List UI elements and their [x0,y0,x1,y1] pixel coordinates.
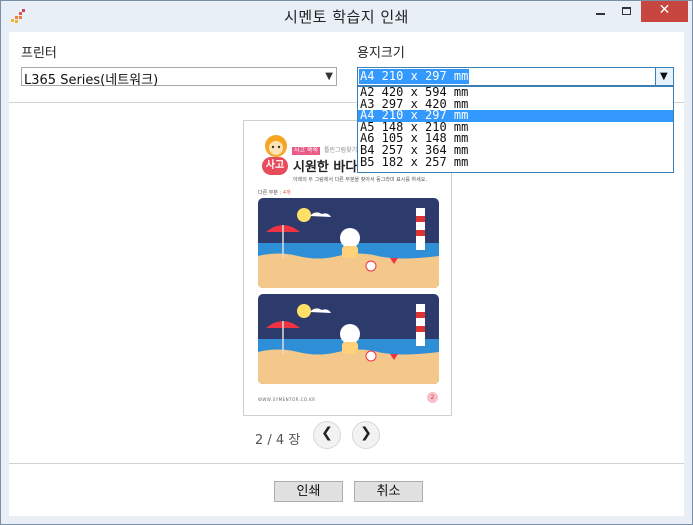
paper-size-dropdown-button[interactable]: ▼ [655,68,673,85]
title-bar: 시멘토 학습지 인쇄 ✕ [1,1,692,32]
answer-value: 4개 [282,190,291,196]
worksheet-instruction: 아래의 두 그림에서 다른 부분을 찾아서 동그라미 표시를 하세요. [293,177,427,183]
worksheet-footer: WWW.SYMENTOR.CO.KR [258,397,316,402]
print-button[interactable]: 인쇄 [274,481,343,502]
paper-size-label: 용지크기 [357,46,405,61]
dialog-content: 프린터 L365 Series(네트워크) ▼ 용지크기 A4 210 x 29… [9,32,684,516]
chevron-left-icon: ❮ [321,425,333,441]
paper-option-b5[interactable]: B5 182 x 257 mm [358,156,673,169]
next-page-button[interactable]: ❯ [352,421,380,449]
chevron-right-icon: ❯ [360,425,372,441]
chevron-down-icon: ▼ [660,71,668,82]
printer-select-value: L365 Series(네트워크) [24,73,159,88]
chevron-down-icon: ▼ [325,71,333,82]
printer-select[interactable]: L365 Series(네트워크) ▼ [21,67,337,88]
beach-scene-bottom [258,294,439,384]
close-icon: ✕ [658,2,671,18]
print-dialog: 시멘토 학습지 인쇄 ✕ 프린터 L365 Series(네트워크) ▼ 용지크… [0,0,693,525]
cancel-button[interactable]: 취소 [354,481,423,502]
worksheet-type: 틀린그림찾기 [324,147,358,154]
beach-scene-top [258,198,439,288]
printer-label: 프린터 [21,46,57,61]
minimize-button[interactable] [587,1,613,22]
worksheet-answer: 다른 부분 : 4개 [258,189,291,196]
answer-label: 다른 부분 : [258,190,283,196]
minimize-icon [596,13,605,15]
worksheet-page-number: 2 [427,392,438,403]
maximize-button[interactable] [614,1,640,22]
character-icon [265,135,287,157]
worksheet-title: 시원한 바다 [293,160,358,175]
maximize-icon [622,7,631,15]
category-badge: 사고 [262,157,288,175]
close-button[interactable]: ✕ [641,1,688,22]
previous-page-button[interactable]: ❮ [313,421,341,449]
paper-size-dropdown-list: A2 420 x 594 mm A3 297 x 420 mm A4 210 x… [357,86,674,173]
page-indicator: 2 / 4 장 [255,433,301,448]
paper-size-select[interactable]: A4 210 x 297 mm ▼ [357,67,674,86]
paper-size-select-value: A4 210 x 297 mm [359,69,470,84]
worksheet-tag: 사고 쑥쑥 [292,147,320,155]
